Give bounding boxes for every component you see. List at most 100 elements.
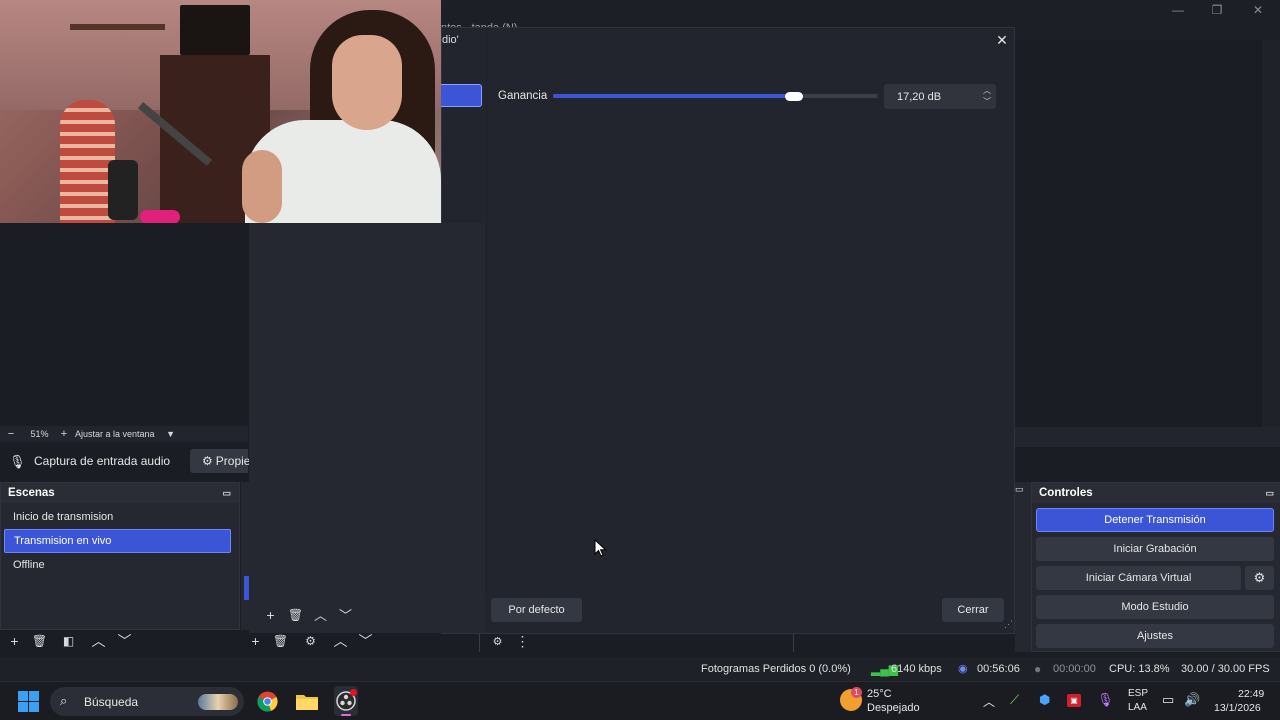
gain-slider-handle[interactable] — [785, 92, 803, 101]
dropped-frames: Fotogramas Perdidos 0 (0.0%) — [701, 663, 851, 675]
sources-panel-edge — [241, 482, 249, 630]
maximize-icon[interactable]: ❐ — [1204, 2, 1230, 18]
chevron-down-icon[interactable]: ﹀ — [353, 631, 378, 651]
undock-icon[interactable]: ▭ — [1015, 484, 1024, 495]
more-vertical-icon[interactable]: ⋮ — [510, 633, 535, 650]
bitrate: 6140 kbps — [891, 663, 942, 675]
scene-item[interactable]: Offline — [4, 553, 231, 577]
status-bar: Fotogramas Perdidos 0 (0.0%) ▂▄▆ 6140 kb… — [0, 657, 1280, 681]
weather-badge: 1 — [851, 687, 862, 698]
divider — [479, 632, 480, 652]
search-placeholder: Búsqueda — [84, 695, 139, 709]
zoom-out-icon[interactable]: − — [0, 428, 22, 440]
stream-time: 00:56:06 — [977, 663, 1020, 675]
undock-icon[interactable]: ▭ — [222, 488, 231, 499]
weather-desc[interactable]: Despejado — [867, 702, 920, 714]
network-icon[interactable]: ▭ — [1162, 692, 1174, 708]
search-box[interactable]: ⌕ Búsqueda — [50, 687, 244, 716]
windows-start-icon[interactable] — [18, 691, 39, 712]
start-recording-button[interactable]: Iniciar Grabación — [1036, 537, 1274, 561]
background-bar-right — [1015, 427, 1280, 447]
gear-icon[interactable]: ⚙ — [1245, 566, 1274, 590]
chevron-down-icon[interactable]: ﹀ — [112, 631, 137, 651]
stream-icon: ◉ — [958, 663, 968, 675]
clock-time[interactable]: 22:49 — [1238, 688, 1264, 700]
record-icon: ● — [1034, 662, 1042, 676]
undock-icon[interactable]: ▭ — [1265, 488, 1274, 499]
amd-icon[interactable]: ▣ — [1067, 694, 1081, 707]
scene-item[interactable]: Inicio de transmision — [4, 505, 231, 529]
zoom-bar: − 51% + Ajustar a la ventana ▼ — [0, 426, 248, 442]
trash-icon[interactable]: 🗑 — [283, 608, 308, 622]
scenes-panel: Escenas ▭ Inicio de transmision Transmis… — [0, 482, 240, 630]
chevron-down-icon[interactable]: ▼ — [163, 429, 179, 439]
gain-slider-fill — [553, 94, 794, 98]
language-primary[interactable]: ESP — [1128, 688, 1148, 699]
gain-value-input[interactable]: 17,20 dB ︿ ﹀ — [884, 84, 996, 109]
taskbar: ⌕ Búsqueda 1 25°C Despejado ︿ ⟋ ⬢ ▣ 🎙 ES… — [0, 681, 1280, 720]
filter-icon[interactable]: ◧ — [52, 634, 85, 648]
microphone-icon: 🎙 — [9, 454, 26, 469]
close-window-icon[interactable]: ✕ — [1245, 2, 1271, 18]
fit-window-label[interactable]: Ajustar a la ventana — [71, 429, 163, 439]
close-button[interactable]: Cerrar — [942, 598, 1004, 622]
network-settings-icon[interactable]: ⚙ — [485, 635, 510, 648]
file-explorer-icon[interactable] — [296, 692, 318, 710]
clock-date[interactable]: 13/1/2026 — [1214, 702, 1261, 714]
filters-dialog: dio' ✕ Ganancia ⋰ — [441, 27, 1015, 634]
cpu-usage: CPU: 13.8% — [1109, 663, 1170, 675]
scrollbar-track[interactable] — [1262, 40, 1280, 427]
gain-label: Ganancia — [498, 90, 548, 102]
gear-icon: ⚙ — [202, 454, 213, 468]
microphone-icon[interactable]: 🎙 — [1097, 692, 1114, 708]
search-highlight-image — [198, 694, 238, 710]
volume-icon[interactable]: 🔊 — [1184, 692, 1200, 708]
preview-canvas[interactable] — [0, 223, 248, 428]
scenes-header: Escenas ▭ — [1, 483, 239, 503]
fps: 30.00 / 30.00 FPS — [1181, 663, 1270, 675]
mouse-cursor-icon — [594, 539, 607, 557]
language-secondary[interactable]: LAA — [1128, 702, 1147, 713]
start-virtual-camera-button[interactable]: Iniciar Cámara Virtual — [1036, 566, 1241, 590]
add-icon[interactable]: + — [243, 633, 268, 649]
chevron-up-icon[interactable]: ︿ — [308, 605, 333, 624]
trash-icon[interactable]: 🗑 — [268, 634, 293, 648]
chevron-down-icon[interactable]: ﹀ — [333, 605, 358, 624]
zoom-level: 51% — [30, 429, 49, 439]
studio-mode-button[interactable]: Modo Estudio — [1036, 595, 1274, 619]
settings-button[interactable]: Ajustes — [1036, 624, 1274, 648]
search-icon: ⌕ — [60, 693, 68, 708]
divider — [793, 632, 794, 652]
resize-grip-icon[interactable]: ⋰ — [1004, 619, 1013, 630]
dialog-title: dio' — [442, 34, 459, 46]
filter-list-toolbar: + 🗑 ︿ ﹀ — [249, 596, 485, 633]
add-icon[interactable]: + — [258, 607, 283, 623]
add-icon[interactable]: + — [2, 633, 27, 649]
zoom-in-icon[interactable]: + — [57, 428, 71, 440]
chevron-up-icon[interactable]: ︿ — [85, 631, 112, 651]
gear-icon[interactable]: ⚙ — [293, 634, 328, 648]
weather-temp[interactable]: 25°C — [867, 688, 892, 700]
chevron-up-icon[interactable]: ︿ — [328, 631, 353, 651]
chrome-icon[interactable] — [257, 691, 278, 712]
scene-item-selected[interactable]: Transmision en vivo — [4, 529, 231, 553]
close-icon[interactable]: ✕ — [992, 30, 1012, 50]
webcam-feed — [0, 0, 441, 223]
filter-item-selected[interactable] — [441, 84, 482, 107]
controls-header: Controles ▭ — [1032, 483, 1280, 503]
chevron-up-icon[interactable]: ︿ — [983, 693, 995, 710]
default-button[interactable]: Por defecto — [491, 598, 582, 622]
obs-taskbar-button[interactable] — [334, 686, 358, 716]
record-time: 00:00:00 — [1053, 663, 1096, 675]
active-indicator — [341, 714, 351, 716]
minimize-icon[interactable]: — — [1165, 2, 1191, 18]
security-icon[interactable]: ⬢ — [1039, 692, 1050, 708]
nvidia-icon[interactable]: ⟋ — [1010, 692, 1019, 708]
panel-edge: ▭ — [1015, 482, 1031, 652]
stop-stream-button[interactable]: Detener Transmisión — [1036, 508, 1274, 532]
trash-icon[interactable]: 🗑 — [27, 634, 52, 648]
properties-button[interactable]: ⚙ Propie — [190, 449, 250, 473]
source-bar: 🎙 Captura de entrada audio ⚙ Propie — [0, 447, 250, 475]
mixer-toolbar: ⚙ ⋮ — [485, 632, 535, 650]
spin-arrows-icon[interactable]: ︿ ﹀ — [983, 85, 991, 107]
